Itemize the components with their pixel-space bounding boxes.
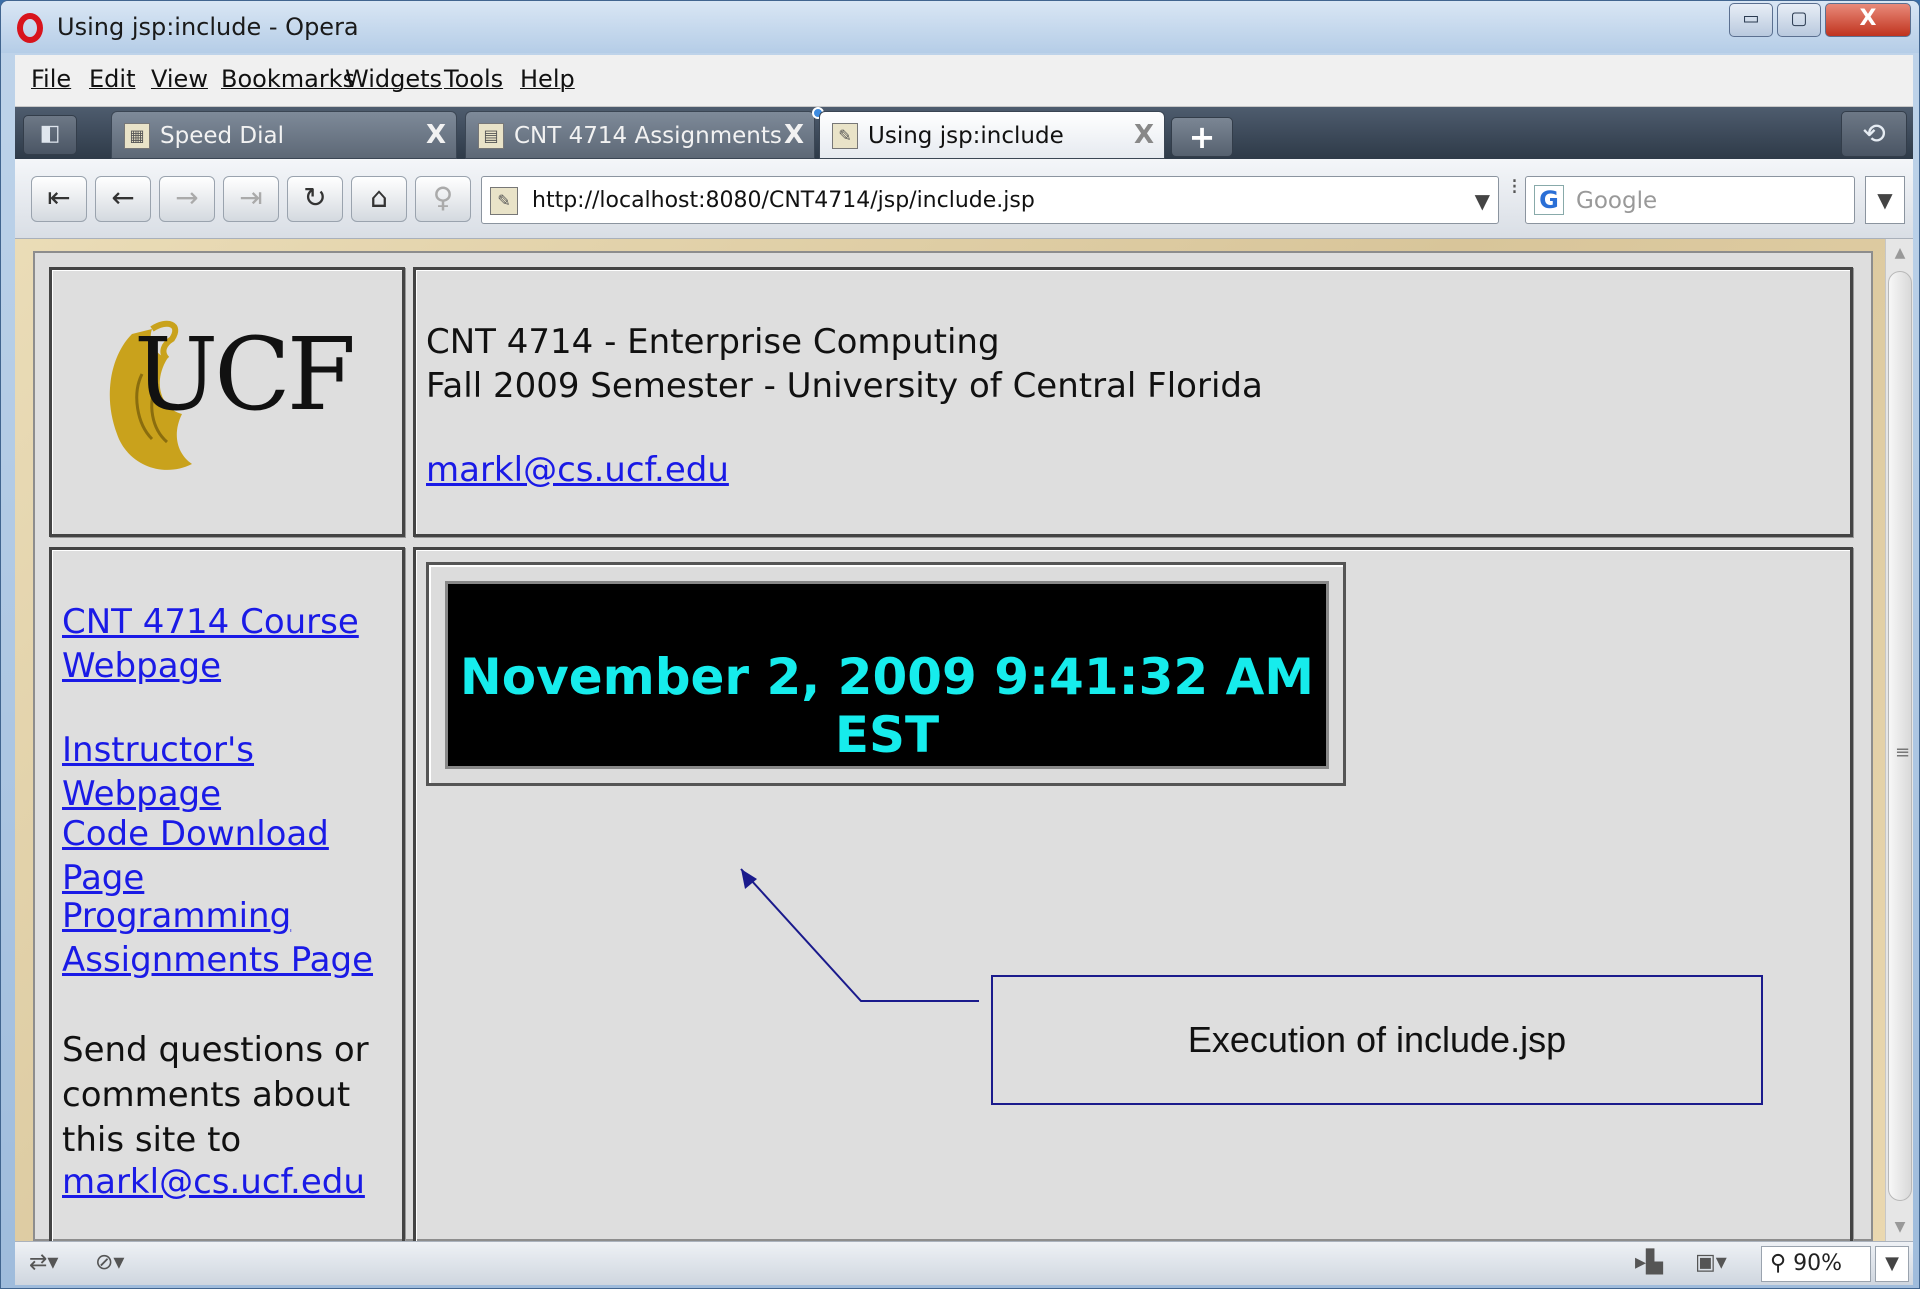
logo-text: UCF bbox=[134, 316, 356, 433]
browser-window: Using jsp:include - Opera ▭ ▢ X File Edi… bbox=[0, 0, 1920, 1289]
menu-tools[interactable]: Tools bbox=[444, 65, 503, 93]
menu-help[interactable]: Help bbox=[520, 65, 575, 93]
clock-frame: November 2, 2009 9:41:32 AM EST bbox=[426, 562, 1346, 786]
menu-view[interactable]: View bbox=[151, 65, 208, 93]
search-input[interactable]: G Google bbox=[1525, 176, 1855, 224]
title-bar: Using jsp:include - Opera ▭ ▢ X bbox=[1, 1, 1919, 53]
callout-arrow bbox=[740, 868, 979, 1002]
search-placeholder: Google bbox=[1576, 188, 1658, 214]
clock-text: November 2, 2009 9:41:32 AM EST bbox=[459, 648, 1315, 764]
back-icon[interactable]: ← bbox=[95, 176, 151, 222]
annotation-callout: Execution of include.jsp bbox=[991, 975, 1763, 1105]
header-email-link[interactable]: markl@cs.ucf.edu bbox=[426, 450, 729, 490]
link-instructor-webpage[interactable]: Instructor's Webpage bbox=[62, 728, 402, 816]
contact-text: Send questions or comments about this si… bbox=[62, 1030, 369, 1160]
tab-label: Speed Dial bbox=[160, 123, 284, 149]
search-dropdown-icon[interactable]: ▼ bbox=[1865, 176, 1905, 224]
fast-forward-settings-icon[interactable]: ⇄▾ bbox=[29, 1250, 58, 1275]
forward-icon[interactable]: → bbox=[159, 176, 215, 222]
page-icon: ✎ bbox=[832, 123, 858, 149]
tab-close-icon[interactable]: X bbox=[1134, 120, 1154, 150]
vertical-scrollbar[interactable]: ▲ ≡ ▼ bbox=[1885, 239, 1913, 1241]
scroll-thumb[interactable]: ≡ bbox=[1888, 271, 1912, 1201]
presentation-mode-icon[interactable]: ▸▙ bbox=[1635, 1250, 1663, 1275]
google-icon[interactable]: G bbox=[1534, 185, 1564, 215]
tab-cnt-assignments[interactable]: ▤ CNT 4714 Assignments X bbox=[465, 111, 815, 159]
menu-widgets[interactable]: Widgets bbox=[345, 65, 442, 93]
maximize-button[interactable]: ▢ bbox=[1777, 3, 1821, 37]
menu-file[interactable]: File bbox=[31, 65, 71, 93]
menu-bar: File Edit View Bookmarks Widgets Tools H… bbox=[15, 55, 1913, 107]
closed-tabs-icon[interactable]: ⟲ bbox=[1841, 111, 1907, 157]
header-cell: CNT 4714 - Enterprise Computing Fall 200… bbox=[413, 267, 1853, 537]
opera-logo-icon bbox=[17, 13, 43, 43]
main-content-cell: November 2, 2009 9:41:32 AM EST bbox=[413, 547, 1853, 1247]
link-course-webpage[interactable]: CNT 4714 Course Webpage bbox=[62, 600, 402, 688]
zoom-dropdown-icon[interactable]: ▼ bbox=[1875, 1246, 1909, 1282]
tab-speed-dial[interactable]: ▦ Speed Dial X bbox=[111, 111, 457, 159]
address-bar[interactable]: ✎ http://localhost:8080/CNT4714/jsp/incl… bbox=[481, 176, 1499, 224]
new-tab-button[interactable]: + bbox=[1171, 117, 1233, 157]
tab-label: Using jsp:include bbox=[868, 123, 1064, 149]
wand-icon[interactable]: ♀ bbox=[415, 176, 471, 222]
clock-display: November 2, 2009 9:41:32 AM EST bbox=[445, 581, 1329, 769]
status-bar: ⇄▾ ⊘▾ ▸▙ ▣▾ ⚲ 90% ▼ bbox=[15, 1241, 1913, 1285]
menu-bookmarks[interactable]: Bookmarks bbox=[221, 65, 355, 93]
contact-email-link[interactable]: markl@cs.ucf.edu bbox=[62, 1162, 365, 1202]
tab-close-icon[interactable]: X bbox=[784, 120, 804, 150]
fast-forward-icon[interactable]: ⇥ bbox=[223, 176, 279, 222]
link-programming-assignments[interactable]: Programming Assignments Page bbox=[62, 894, 402, 982]
navigation-toolbar: ⇤ ← → ⇥ ↻ ⌂ ♀ ✎ http://localhost:8080/CN… bbox=[15, 159, 1913, 239]
images-toggle-icon[interactable]: ▣▾ bbox=[1695, 1250, 1727, 1275]
scroll-grip-icon: ≡ bbox=[1895, 742, 1911, 763]
scroll-up-icon[interactable]: ▲ bbox=[1886, 239, 1914, 267]
menu-edit[interactable]: Edit bbox=[89, 65, 135, 93]
course-title: CNT 4714 - Enterprise Computing bbox=[426, 322, 1000, 362]
annotation-text: Execution of include.jsp bbox=[1187, 1019, 1567, 1060]
logo-cell: UCF bbox=[49, 267, 405, 537]
speed-dial-icon: ▦ bbox=[124, 123, 150, 149]
zoom-field[interactable]: ⚲ 90% bbox=[1761, 1246, 1871, 1282]
link-code-download[interactable]: Code Download Page bbox=[62, 812, 402, 900]
scroll-down-icon[interactable]: ▼ bbox=[1886, 1213, 1914, 1241]
page-icon: ✎ bbox=[490, 187, 518, 215]
window-title: Using jsp:include - Opera bbox=[57, 13, 359, 41]
tab-using-jsp-include[interactable]: ✎ Using jsp:include X bbox=[819, 111, 1165, 159]
panel-toggle-button[interactable]: ◧ bbox=[23, 115, 77, 155]
semester-text: Fall 2009 Semester - University of Centr… bbox=[426, 366, 1263, 406]
reload-icon[interactable]: ↻ bbox=[287, 176, 343, 222]
tab-label: CNT 4714 Assignments bbox=[514, 123, 782, 149]
address-dropdown-icon[interactable]: ▼ bbox=[1475, 189, 1490, 213]
tab-close-icon[interactable]: X bbox=[426, 120, 446, 150]
tab-bar: ◧ ▦ Speed Dial X ▤ CNT 4714 Assignments … bbox=[15, 107, 1913, 159]
home-icon[interactable]: ⌂ bbox=[351, 176, 407, 222]
page-icon: ▤ bbox=[478, 123, 504, 149]
address-url[interactable]: http://localhost:8080/CNT4714/jsp/includ… bbox=[532, 188, 1035, 213]
toolbar-separator[interactable]: ⁝ bbox=[1511, 177, 1518, 221]
rewind-icon[interactable]: ⇤ bbox=[31, 176, 87, 222]
side-nav-cell: CNT 4714 Course Webpage Instructor's Web… bbox=[49, 547, 405, 1247]
minimize-button[interactable]: ▭ bbox=[1729, 3, 1773, 37]
turbo-icon[interactable]: ⊘▾ bbox=[95, 1250, 124, 1275]
close-window-button[interactable]: X bbox=[1825, 3, 1911, 37]
zoom-value: 90% bbox=[1793, 1251, 1843, 1276]
